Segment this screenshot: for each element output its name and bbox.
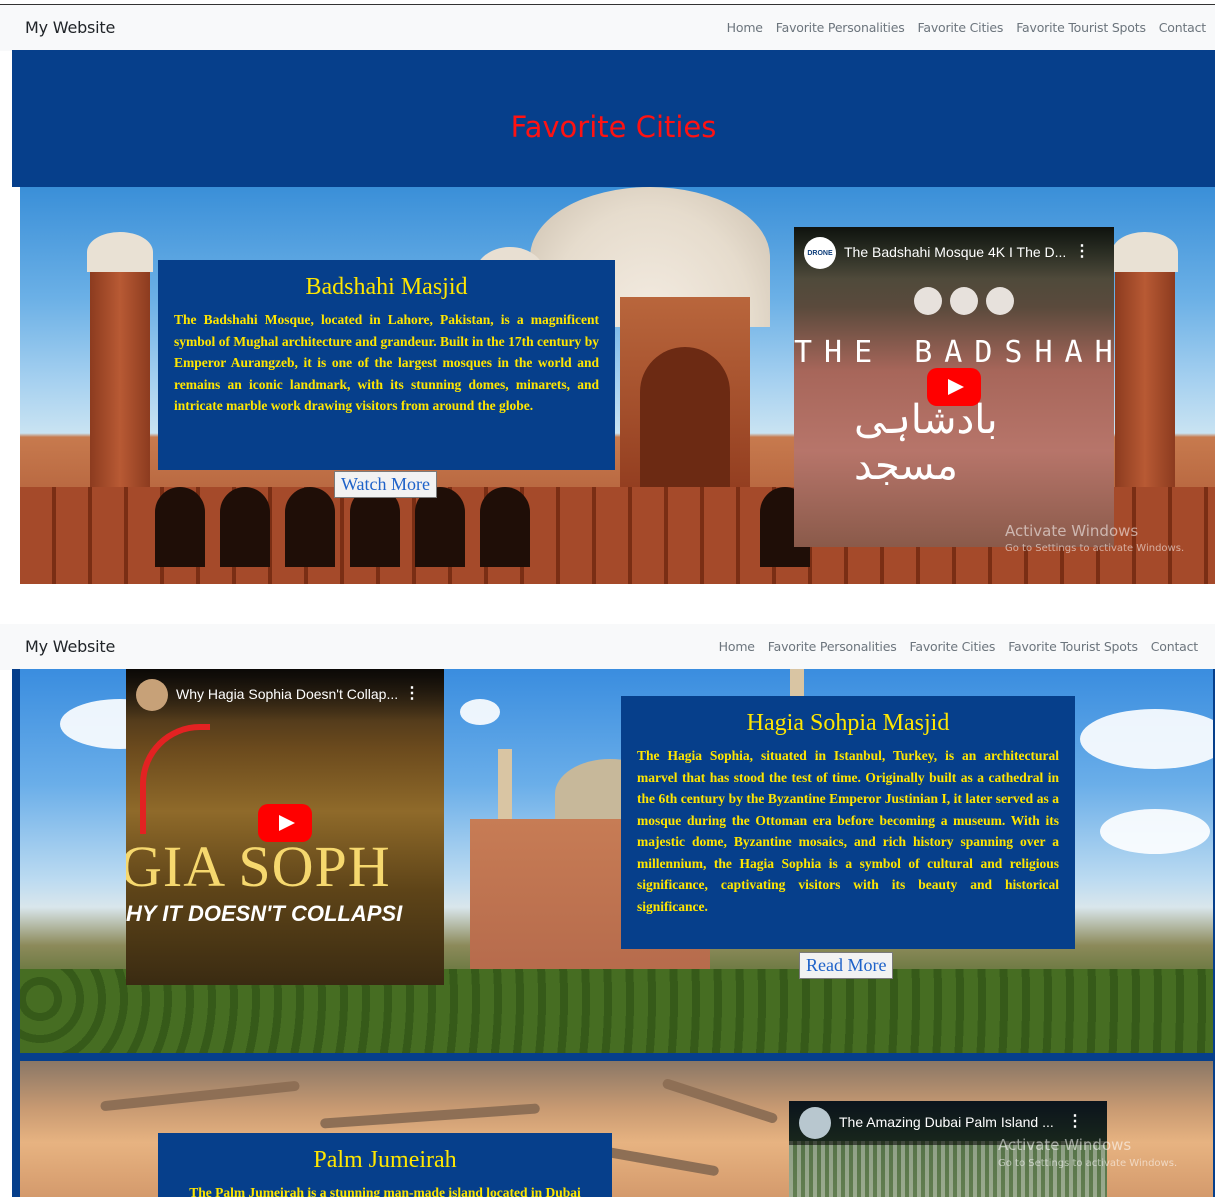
palm-frond bbox=[319, 1103, 541, 1129]
video-thumbnail-text: GIA SOPH bbox=[126, 834, 391, 899]
minaret-left-cap bbox=[87, 232, 153, 272]
palm-frond bbox=[661, 1077, 779, 1125]
video-thumbnail-domes bbox=[914, 287, 1014, 317]
youtube-embed-hagia[interactable]: GIA SOPH HY IT DOESN'T COLLAPSI Why Hagi… bbox=[126, 669, 444, 985]
activate-windows-title: Activate Windows bbox=[1005, 522, 1139, 540]
play-button-icon[interactable] bbox=[927, 368, 981, 406]
navbar: My Website Home Favorite Personalities F… bbox=[0, 5, 1215, 51]
more-options-icon[interactable]: ⋮ bbox=[1067, 1111, 1083, 1131]
facade-arch bbox=[155, 487, 205, 567]
nav-link-favorite-personalities[interactable]: Favorite Personalities bbox=[776, 20, 905, 35]
navbar: My Website Home Favorite Personalities F… bbox=[0, 624, 1215, 670]
activate-windows-title: Activate Windows bbox=[998, 1136, 1132, 1154]
screenshot-bottom: My Website Home Favorite Personalities F… bbox=[0, 624, 1215, 1197]
cloud bbox=[1100, 809, 1210, 854]
more-options-icon[interactable]: ⋮ bbox=[1074, 241, 1090, 261]
facade-arch bbox=[350, 487, 400, 567]
nav-links: Home Favorite Personalities Favorite Cit… bbox=[719, 639, 1199, 654]
navbar-brand[interactable]: My Website bbox=[25, 18, 115, 37]
card-description: The Hagia Sophia, situated in Istanbul, … bbox=[637, 748, 1059, 914]
channel-badge-text: DRONE bbox=[807, 249, 833, 257]
play-button-icon[interactable] bbox=[258, 804, 312, 842]
red-arrow-graphic bbox=[140, 724, 210, 834]
page-header-banner: Favorite Cities bbox=[12, 50, 1215, 187]
palm-frond bbox=[100, 1080, 300, 1112]
youtube-embed-badshahi[interactable]: THE BADSHAHI MOSQ بادشاہی مسجد DRONE The… bbox=[794, 227, 1114, 547]
facade-arch bbox=[220, 487, 270, 567]
nav-link-favorite-personalities[interactable]: Favorite Personalities bbox=[768, 639, 897, 654]
navbar-brand[interactable]: My Website bbox=[25, 637, 115, 656]
video-thumbnail-text: THE BADSHAHI MOSQ bbox=[794, 335, 1114, 370]
video-title[interactable]: The Amazing Dubai Palm Island ... bbox=[839, 1114, 1054, 1130]
activate-windows-subtitle: Go to Settings to activate Windows. bbox=[1005, 543, 1185, 554]
nav-link-contact[interactable]: Contact bbox=[1151, 639, 1198, 654]
video-title-bar: DRONE The Badshahi Mosque 4K I The D... … bbox=[794, 227, 1114, 279]
watch-more-button[interactable]: Watch More bbox=[334, 471, 438, 498]
channel-avatar[interactable] bbox=[799, 1107, 831, 1139]
more-options-icon[interactable]: ⋮ bbox=[404, 683, 420, 703]
nav-link-favorite-cities[interactable]: Favorite Cities bbox=[918, 20, 1004, 35]
card-title: Badshahi Masjid bbox=[305, 274, 468, 300]
read-more-button[interactable]: Read More bbox=[799, 952, 894, 979]
nav-link-favorite-tourist-spots[interactable]: Favorite Tourist Spots bbox=[1008, 639, 1138, 654]
video-title[interactable]: The Badshahi Mosque 4K I The D... bbox=[844, 244, 1066, 260]
screenshot-top: My Website Home Favorite Personalities F… bbox=[0, 0, 1215, 584]
facade-arch bbox=[480, 487, 530, 567]
channel-avatar[interactable]: DRONE bbox=[804, 237, 836, 269]
video-thumbnail-subtext: HY IT DOESN'T COLLAPSI bbox=[126, 901, 403, 926]
card-title: Hagia Sohpia Masjid bbox=[746, 710, 950, 736]
cloud bbox=[1080, 709, 1213, 769]
nav-link-favorite-cities[interactable]: Favorite Cities bbox=[910, 639, 996, 654]
video-title-bar: Why Hagia Sophia Doesn't Collap... ⋮ bbox=[126, 669, 444, 721]
nav-link-favorite-tourist-spots[interactable]: Favorite Tourist Spots bbox=[1016, 20, 1146, 35]
card-description: The Badshahi Mosque, located in Lahore, … bbox=[174, 312, 599, 413]
card-title: Palm Jumeirah bbox=[313, 1147, 457, 1173]
cloud bbox=[460, 699, 500, 725]
palm-info-card: Palm Jumeirah The Palm Jumeirah is a stu… bbox=[158, 1133, 612, 1197]
nav-link-home[interactable]: Home bbox=[719, 639, 755, 654]
nav-links: Home Favorite Personalities Favorite Cit… bbox=[727, 20, 1207, 35]
video-thumbnail-urdu-text: بادشاہی مسجد bbox=[854, 397, 998, 489]
nav-link-home[interactable]: Home bbox=[727, 20, 763, 35]
activate-windows-subtitle: Go to Settings to activate Windows. bbox=[998, 1158, 1178, 1169]
badshahi-info-card: Badshahi Masjid The Badshahi Mosque, loc… bbox=[158, 260, 615, 470]
card-description: The Palm Jumeirah is a stunning man-made… bbox=[189, 1185, 581, 1197]
channel-avatar[interactable] bbox=[136, 679, 168, 711]
video-title[interactable]: Why Hagia Sophia Doesn't Collap... bbox=[176, 686, 398, 702]
page-title: Favorite Cities bbox=[510, 110, 717, 144]
minaret-right-cap bbox=[1112, 232, 1178, 272]
facade-arch bbox=[415, 487, 465, 567]
nav-link-contact[interactable]: Contact bbox=[1159, 20, 1206, 35]
hagia-info-card: Hagia Sohpia Masjid The Hagia Sophia, si… bbox=[621, 696, 1075, 949]
facade-arch bbox=[285, 487, 335, 567]
